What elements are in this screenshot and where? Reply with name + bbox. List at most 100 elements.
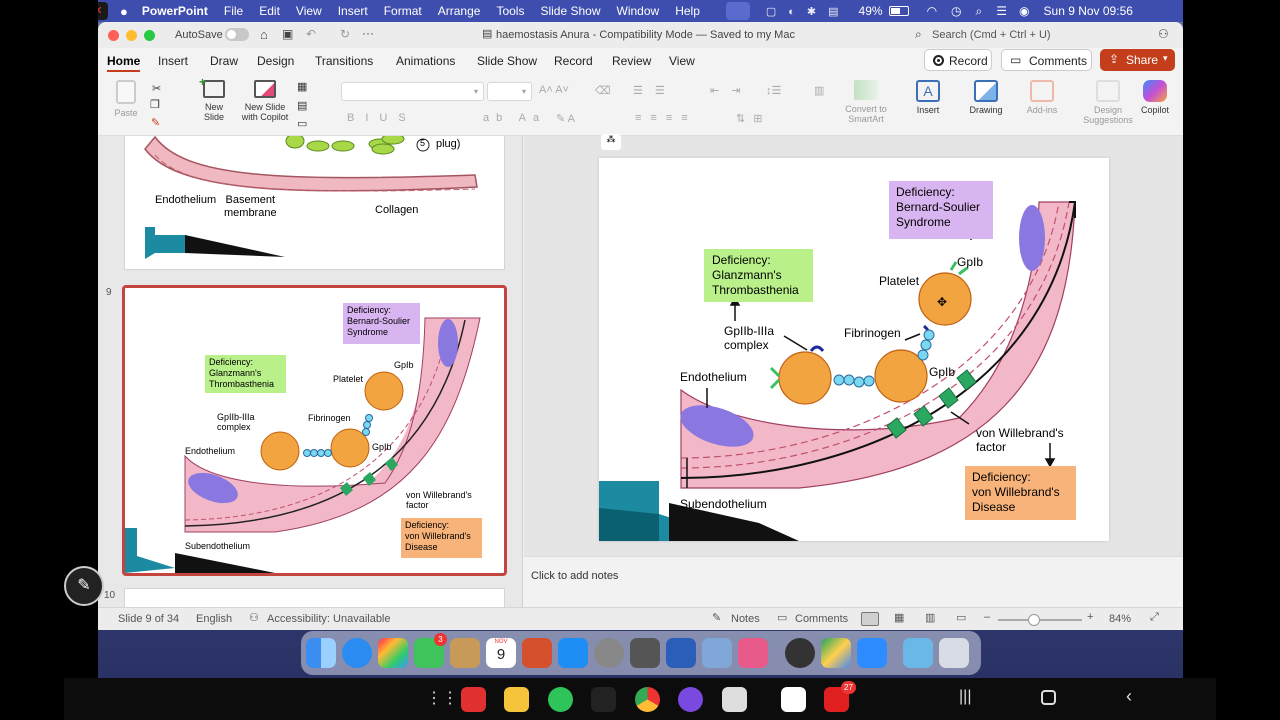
- new-slide-button[interactable]: + New Slide: [196, 75, 232, 122]
- back-icon[interactable]: ‹: [1126, 686, 1132, 707]
- font-grow-icon[interactable]: A˄ A˅: [539, 84, 569, 96]
- language-label[interactable]: English: [196, 613, 232, 625]
- tab-transitions[interactable]: Transitions: [315, 54, 373, 68]
- copy-icon[interactable]: ❐: [150, 98, 160, 111]
- zoom-icon[interactable]: [857, 638, 887, 668]
- menu-app-name[interactable]: PowerPoint: [142, 4, 208, 18]
- tab-draw[interactable]: Draw: [210, 54, 238, 68]
- calendar-icon[interactable]: NOV 9: [486, 638, 516, 668]
- drawing-button[interactable]: Drawing: [964, 80, 1008, 115]
- menu-format[interactable]: Format: [384, 4, 422, 18]
- menu-edit[interactable]: Edit: [259, 4, 280, 18]
- spotlight-icon[interactable]: ⌕: [976, 4, 983, 19]
- notes-toggle[interactable]: Notes: [731, 613, 760, 625]
- format-painter-icon[interactable]: ✎: [151, 116, 160, 129]
- menu-view[interactable]: View: [296, 4, 322, 18]
- font-size-dropdown[interactable]: ▾: [487, 82, 532, 101]
- search-input[interactable]: Search (Cmd + Ctrl + U): [932, 29, 1051, 41]
- tab-record[interactable]: Record: [554, 54, 593, 68]
- slide-canvas[interactable]: Deficiency: Bernard-Soulier Syndrome Def…: [599, 158, 1109, 541]
- iphone-mirroring-icon[interactable]: [738, 638, 768, 668]
- remote-icon[interactable]: [591, 687, 616, 712]
- text-direction-icons[interactable]: ⇅⊞: [736, 112, 770, 125]
- slide-thumbnail-10[interactable]: [124, 588, 505, 607]
- record-button[interactable]: Record: [924, 49, 992, 71]
- finder-icon[interactable]: [306, 638, 336, 668]
- zoom-slider[interactable]: [998, 614, 1082, 626]
- highlight-icon[interactable]: ✎ A: [556, 112, 575, 125]
- powerpoint-icon[interactable]: [522, 638, 552, 668]
- camera-icon[interactable]: [722, 687, 747, 712]
- line-spacing-icon[interactable]: ↕☰: [766, 84, 781, 97]
- slide-sorter-icon[interactable]: ▦: [894, 611, 904, 624]
- siri-icon[interactable]: ◉: [1019, 4, 1029, 18]
- app-drawer-icon[interactable]: ⋮⋮: [426, 688, 458, 708]
- menu-insert[interactable]: Insert: [338, 4, 368, 18]
- notes-placeholder[interactable]: Click to add notes: [531, 570, 618, 582]
- zoom-window-button[interactable]: [144, 30, 155, 41]
- clear-format-icon[interactable]: ⌫: [595, 84, 611, 97]
- text-effects-icons[interactable]: ab Aa: [483, 112, 546, 124]
- new-slide-copilot-button[interactable]: New Slide with Copilot: [238, 80, 292, 122]
- pencil-icon[interactable]: ✎: [64, 566, 104, 606]
- columns-icon[interactable]: ▥: [814, 84, 824, 97]
- files-icon[interactable]: [504, 687, 529, 712]
- comments-button[interactable]: ▭ Comments: [1001, 49, 1092, 71]
- slide-thumbnails-panel[interactable]: 5 plug) Endothelium Basement membrane Co…: [98, 136, 523, 607]
- menu-tools[interactable]: Tools: [496, 4, 524, 18]
- minimize-window-button[interactable]: [126, 30, 137, 41]
- preview-icon[interactable]: [702, 638, 732, 668]
- reading-view-icon[interactable]: ▥: [925, 611, 935, 624]
- section-icon[interactable]: ▭: [297, 117, 307, 130]
- app-red-icon[interactable]: [461, 687, 486, 712]
- clock-icon[interactable]: ◷: [951, 4, 961, 18]
- reset-icon[interactable]: ▤: [297, 99, 307, 112]
- menu-arrange[interactable]: Arrange: [438, 4, 481, 18]
- indent-icons[interactable]: ⇤⇥: [710, 84, 752, 97]
- quicktime-icon[interactable]: [785, 638, 815, 668]
- normal-view-icon[interactable]: [861, 612, 879, 626]
- wifi-icon[interactable]: ◠: [927, 4, 937, 18]
- paste-button[interactable]: Paste: [108, 80, 144, 118]
- text-format-icons[interactable]: BIUS: [347, 112, 417, 124]
- slide-editor[interactable]: ⁂ Deficiency: Bernard-Soulier Syndrome D…: [524, 134, 1183, 607]
- contacts-icon[interactable]: [450, 638, 480, 668]
- zoom-out-icon[interactable]: –: [984, 611, 990, 623]
- tab-view[interactable]: View: [669, 54, 695, 68]
- tab-review[interactable]: Review: [612, 54, 651, 68]
- convert-smartart-button[interactable]: Convert to SmartArt: [840, 80, 892, 124]
- tab-slideshow[interactable]: Slide Show: [477, 54, 537, 68]
- design-suggestions-button[interactable]: Design Suggestions: [1078, 80, 1138, 125]
- safari-icon[interactable]: [342, 638, 372, 668]
- slide-thumbnail-9-selected[interactable]: Deficiency: Bernard-Soulier Syndrome Def…: [122, 285, 507, 576]
- phone-icon[interactable]: [548, 687, 573, 712]
- redo-icon[interactable]: ↻: [340, 27, 350, 41]
- zoom-in-icon[interactable]: +: [1087, 611, 1093, 623]
- menu-window[interactable]: Window: [617, 4, 660, 18]
- share-button[interactable]: ⇪ Share ▾: [1100, 49, 1175, 71]
- launchpad-icon[interactable]: [378, 638, 408, 668]
- insert-button[interactable]: A Insert: [908, 80, 948, 115]
- screenshot-icon[interactable]: [630, 638, 660, 668]
- tab-design[interactable]: Design: [257, 54, 294, 68]
- trash-icon[interactable]: [939, 638, 969, 668]
- tab-insert[interactable]: Insert: [158, 54, 188, 68]
- document-title[interactable]: haemostasis Anura - Compatibility Mode —…: [496, 29, 795, 41]
- cut-icon[interactable]: ✂: [152, 82, 161, 95]
- addins-button[interactable]: Add-ins: [1022, 80, 1062, 115]
- fit-slide-icon[interactable]: ⤢: [1150, 611, 1159, 624]
- google-drive-icon[interactable]: [821, 638, 851, 668]
- word-icon[interactable]: [666, 638, 696, 668]
- chrome-icon[interactable]: [635, 687, 660, 712]
- layout-icon[interactable]: ▦: [297, 80, 307, 93]
- slide-toolbar-icon[interactable]: ⁂: [601, 134, 621, 150]
- accessibility-status[interactable]: Accessibility: Unavailable: [267, 613, 391, 625]
- downloads-folder-icon[interactable]: [903, 638, 933, 668]
- align-icons[interactable]: ≡≡≡≡: [635, 112, 697, 124]
- notes-pane[interactable]: Click to add notes: [524, 556, 1183, 607]
- autosave-toggle[interactable]: [225, 28, 249, 41]
- apple-icon[interactable]: ●: [120, 4, 128, 19]
- app-store-icon[interactable]: [558, 638, 588, 668]
- gmail-icon[interactable]: [781, 687, 806, 712]
- menu-file[interactable]: File: [224, 4, 243, 18]
